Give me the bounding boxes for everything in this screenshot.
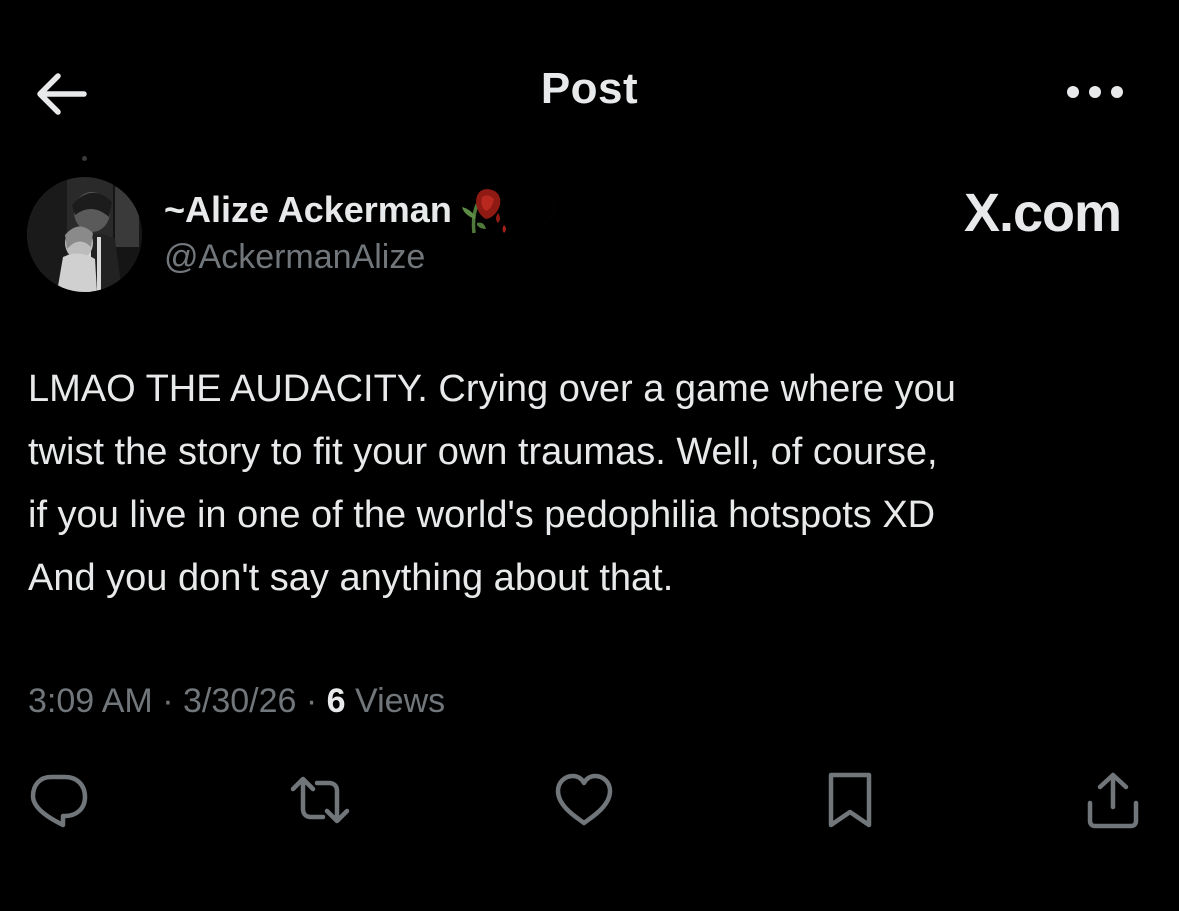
- bookmark-button[interactable]: [810, 760, 890, 840]
- author-name-row: ~Alize Ackerman: [164, 183, 568, 237]
- post-meta: 3:09 AM · 3/30/26 · 6 Views: [28, 682, 445, 721]
- post-date[interactable]: 3/30/26: [183, 682, 296, 720]
- profile-photo: [27, 177, 142, 292]
- like-button[interactable]: [544, 760, 624, 840]
- more-horizontal-icon: [1067, 86, 1123, 98]
- bookmark-icon: [828, 772, 872, 828]
- views-count[interactable]: 6: [327, 682, 346, 720]
- author-handle[interactable]: @AckermanAlize: [164, 238, 425, 277]
- wilted-rose-emoji: [461, 189, 506, 234]
- post-text-line: if you live in one of the world's pedoph…: [28, 494, 936, 536]
- more-options-button[interactable]: [1062, 80, 1128, 104]
- page-title: Post: [540, 64, 639, 113]
- action-bar: [0, 760, 1179, 840]
- views-label[interactable]: Views: [355, 682, 445, 720]
- meta-separator: ·: [162, 682, 174, 720]
- post-text-line: twist the story to fit your own traumas.…: [28, 431, 938, 473]
- post-time[interactable]: 3:09 AM: [28, 682, 153, 720]
- repost-button[interactable]: [280, 760, 360, 840]
- crescent-moon-emoji: [519, 189, 555, 228]
- post-text-line: LMAO THE AUDACITY. Crying over a game wh…: [28, 368, 956, 410]
- post-text-line: And you don't say anything about that.: [28, 557, 674, 599]
- display-name[interactable]: ~Alize Ackerman: [164, 189, 452, 231]
- like-icon: [555, 773, 613, 826]
- post-text: LMAO THE AUDACITY. Crying over a game wh…: [28, 358, 1148, 610]
- thread-dot: [82, 156, 87, 161]
- reply-button[interactable]: [18, 760, 98, 840]
- name-emojis: [458, 183, 568, 237]
- share-button[interactable]: [1073, 760, 1153, 840]
- repost-icon: [290, 776, 350, 824]
- reply-icon: [30, 774, 88, 828]
- meta-separator: ·: [305, 682, 318, 720]
- share-icon: [1087, 772, 1139, 829]
- x-com-logo: X.com: [963, 183, 1122, 243]
- top-bar: Post: [0, 0, 1179, 180]
- avatar[interactable]: [27, 177, 142, 292]
